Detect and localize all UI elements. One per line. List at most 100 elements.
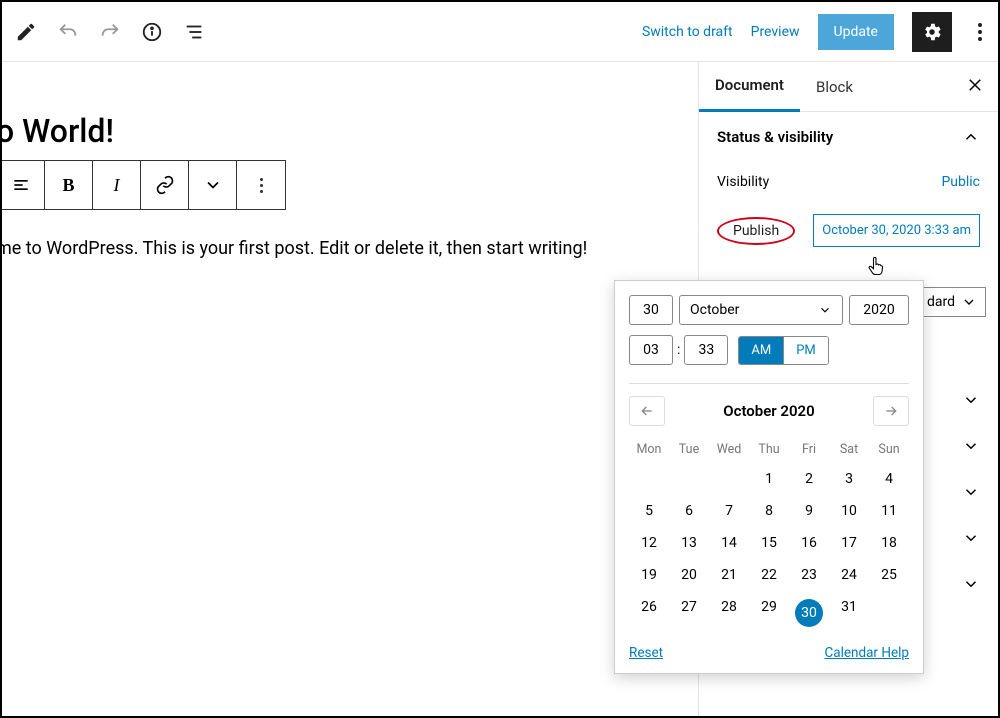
time-inputs: : AM PM [629, 335, 909, 365]
settings-button[interactable] [912, 12, 952, 52]
calendar-day[interactable]: 19 [629, 559, 669, 591]
calendar-day[interactable]: 12 [629, 527, 669, 559]
calendar-day [709, 463, 749, 495]
calendar-day[interactable]: 8 [749, 495, 789, 527]
ampm-toggle: AM PM [738, 336, 828, 365]
weekday-cell: Sun [869, 436, 909, 463]
weekday-cell: Tue [669, 436, 709, 463]
time-colon: : [677, 342, 680, 358]
redo-icon[interactable] [98, 20, 122, 44]
calendar-day[interactable]: 17 [829, 527, 869, 559]
edit-icon[interactable] [14, 20, 38, 44]
calendar-day[interactable]: 2 [789, 463, 829, 495]
italic-button[interactable]: I [93, 161, 141, 209]
calendar-day[interactable]: 9 [789, 495, 829, 527]
switch-to-draft-link[interactable]: Switch to draft [642, 24, 733, 40]
calendar-day[interactable]: 23 [789, 559, 829, 591]
calendar-day [869, 591, 909, 635]
day-input[interactable] [629, 295, 673, 325]
reset-link[interactable]: Reset [629, 645, 663, 661]
status-visibility-header[interactable]: Status & visibility [699, 112, 998, 162]
am-button[interactable]: AM [739, 337, 783, 364]
calendar-day[interactable]: 28 [709, 591, 749, 635]
next-month-button[interactable] [873, 396, 909, 426]
calendar-day[interactable]: 29 [749, 591, 789, 635]
calendar-day[interactable]: 7 [709, 495, 749, 527]
calendar-day[interactable]: 3 [829, 463, 869, 495]
calendar-day[interactable]: 1 [749, 463, 789, 495]
tab-document[interactable]: Document [699, 62, 800, 112]
calendar-day[interactable]: 21 [709, 559, 749, 591]
visibility-row: Visibility Public [717, 174, 980, 190]
link-button[interactable] [141, 161, 189, 209]
calendar-day[interactable]: 5 [629, 495, 669, 527]
calendar-day[interactable]: 20 [669, 559, 709, 591]
chevron-down-icon [962, 483, 980, 501]
preview-link[interactable]: Preview [751, 24, 800, 40]
status-visibility-body: Visibility Public Publish October 30, 20… [699, 162, 998, 281]
editor-top-bar: Switch to draft Preview Update [2, 2, 998, 62]
calendar-day[interactable]: 31 [829, 591, 869, 635]
calendar-day[interactable]: 14 [709, 527, 749, 559]
weekday-cell: Thu [749, 436, 789, 463]
calendar-nav: October 2020 [629, 396, 909, 426]
weekday-cell: Sat [829, 436, 869, 463]
undo-icon[interactable] [56, 20, 80, 44]
date-picker-popup: October : AM PM October 2020 MonTueWedTh… [614, 280, 924, 674]
calendar-day [629, 463, 669, 495]
toolbar-left [10, 20, 206, 44]
month-value: October [690, 302, 739, 318]
calendar-day[interactable]: 22 [749, 559, 789, 591]
calendar-days: 1234567891011121314151617181920212223242… [629, 463, 909, 635]
pm-button[interactable]: PM [783, 337, 828, 364]
chevron-up-icon [962, 128, 980, 146]
post-format-select[interactable]: dard [918, 287, 986, 317]
tab-block[interactable]: Block [800, 62, 869, 112]
more-format-button[interactable] [189, 161, 237, 209]
calendar-day[interactable]: 13 [669, 527, 709, 559]
chevron-down-icon [961, 294, 977, 310]
publish-date-button[interactable]: October 30, 2020 3:33 am [813, 214, 980, 247]
arrow-left-icon [637, 403, 657, 419]
weekday-cell: Mon [629, 436, 669, 463]
update-button[interactable]: Update [818, 14, 894, 50]
more-menu-button[interactable] [970, 23, 990, 41]
weekday-header: MonTueWedThuFriSatSun [629, 436, 909, 463]
post-title[interactable]: o World! [2, 112, 698, 150]
calendar-day[interactable]: 11 [869, 495, 909, 527]
visibility-value[interactable]: Public [941, 174, 980, 190]
calendar-day[interactable]: 25 [869, 559, 909, 591]
post-paragraph[interactable]: me to WordPress. This is your first post… [2, 238, 698, 259]
calendar-day[interactable]: 27 [669, 591, 709, 635]
month-select[interactable]: October [679, 295, 843, 325]
chevron-down-icon [962, 391, 980, 409]
year-input[interactable] [849, 295, 909, 325]
calendar-day[interactable]: 4 [869, 463, 909, 495]
minute-input[interactable] [684, 335, 728, 365]
calendar-day[interactable]: 26 [629, 591, 669, 635]
chevron-down-icon [818, 303, 832, 317]
calendar-day[interactable]: 16 [789, 527, 829, 559]
calendar-day[interactable]: 10 [829, 495, 869, 527]
outline-icon[interactable] [182, 20, 206, 44]
prev-month-button[interactable] [629, 396, 665, 426]
calendar-day[interactable]: 6 [669, 495, 709, 527]
hour-input[interactable] [629, 335, 673, 365]
gear-icon [921, 21, 943, 43]
calendar-month-label: October 2020 [723, 402, 814, 420]
align-button[interactable] [2, 161, 45, 209]
info-icon[interactable] [140, 20, 164, 44]
calendar-day[interactable]: 24 [829, 559, 869, 591]
close-sidebar-button[interactable] [966, 76, 984, 98]
calendar-grid: MonTueWedThuFriSatSun 123456789101112131… [629, 436, 909, 635]
weekday-cell: Wed [709, 436, 749, 463]
calendar-day[interactable]: 15 [749, 527, 789, 559]
publish-row: Publish October 30, 2020 3:33 am [717, 214, 980, 247]
calendar-day[interactable]: 18 [869, 527, 909, 559]
chevron-down-icon [962, 529, 980, 547]
calendar-help-link[interactable]: Calendar Help [824, 645, 909, 661]
block-options-button[interactable] [237, 161, 285, 209]
bold-button[interactable]: B [45, 161, 93, 209]
toolbar-right: Switch to draft Preview Update [642, 12, 990, 52]
calendar-day[interactable]: 30 [789, 591, 829, 635]
